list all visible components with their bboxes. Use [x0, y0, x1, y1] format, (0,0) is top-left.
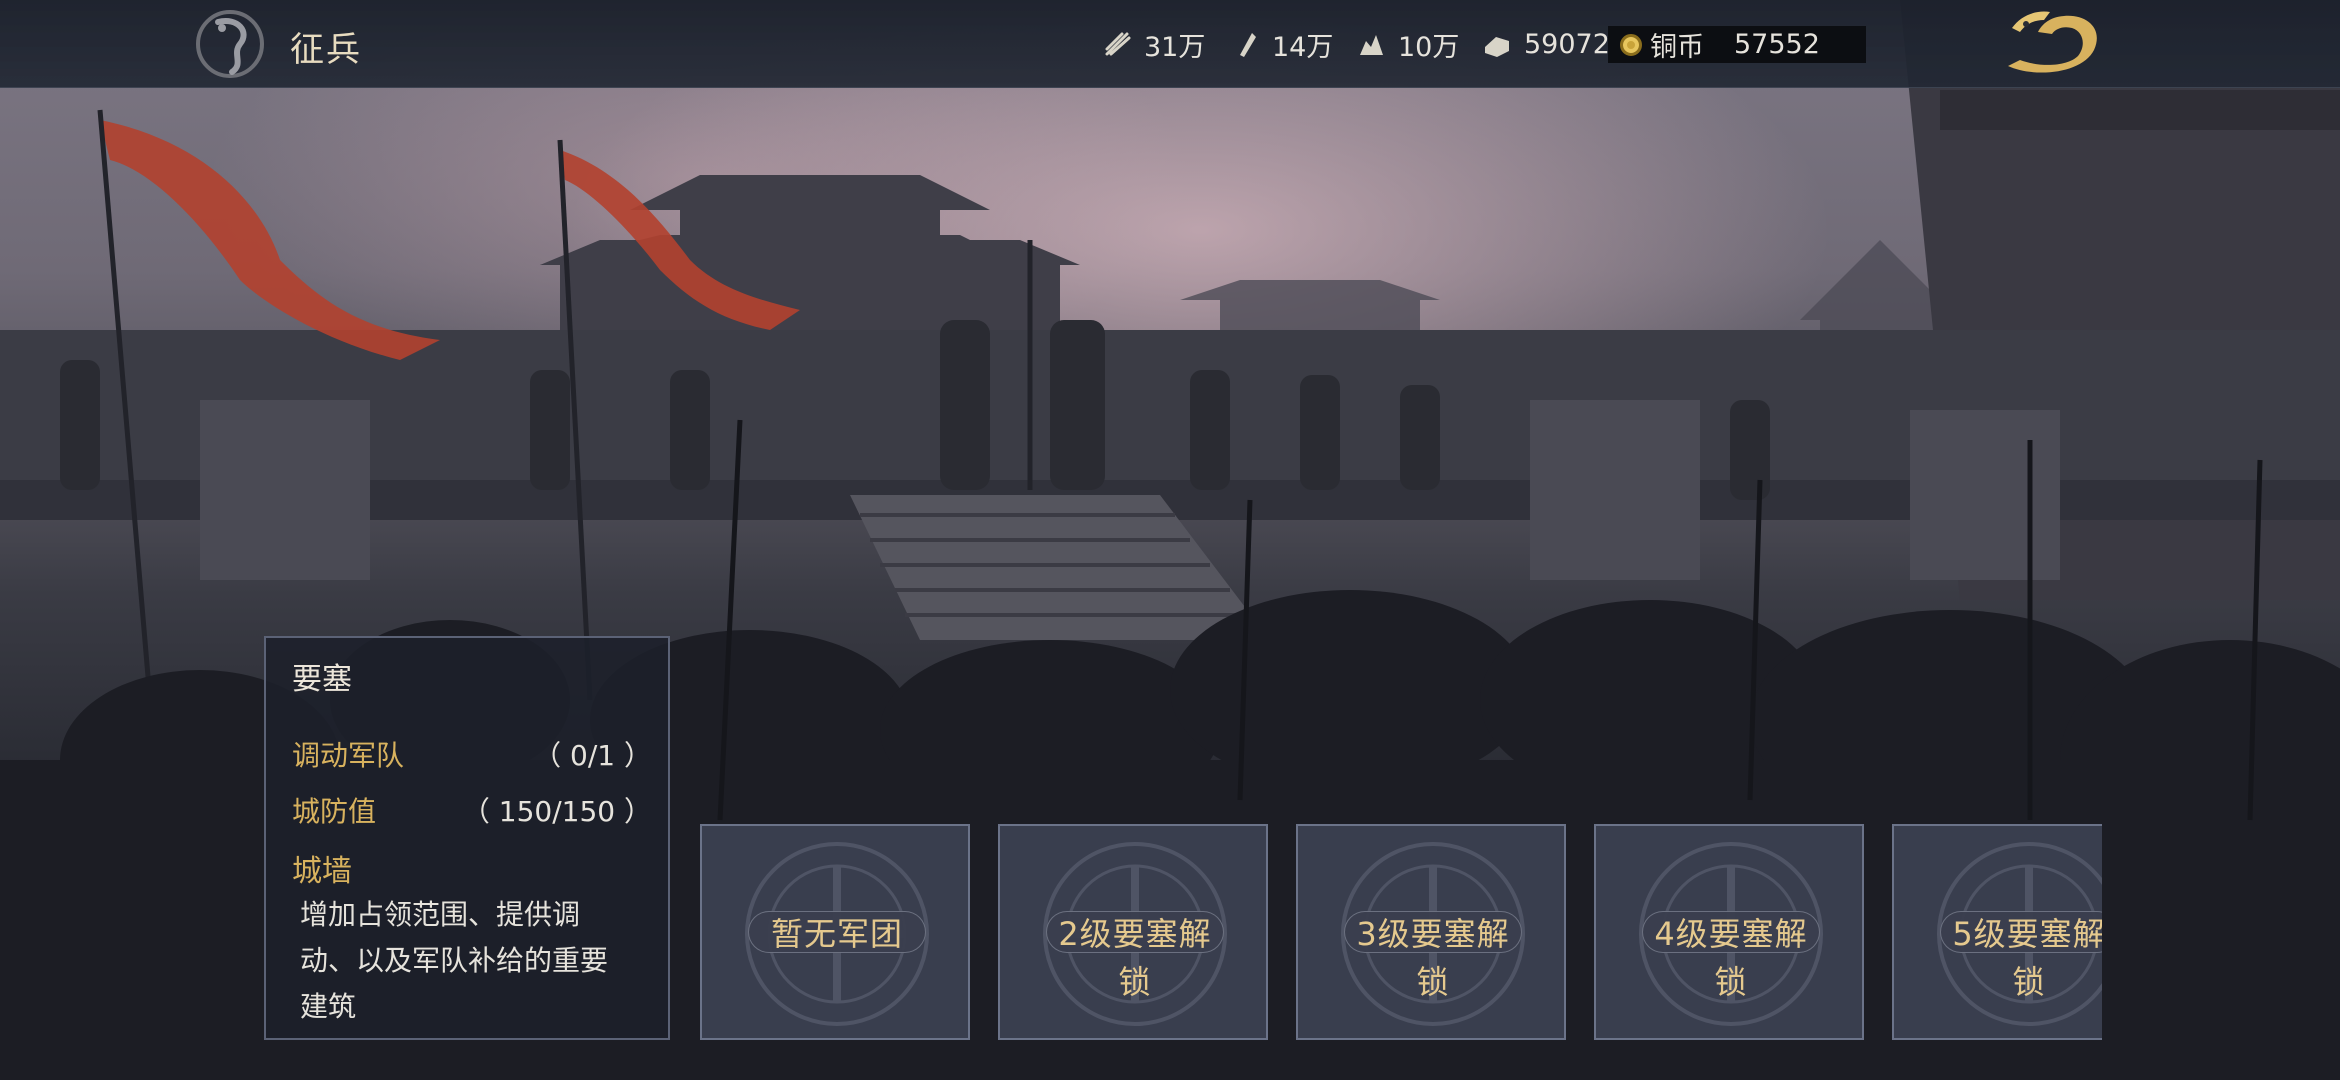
army-slot-list: 暂无军团 2级要塞解锁 3级要塞解锁 4级要塞解锁 5级要塞解锁: [700, 824, 2102, 1042]
copper-coin-label: 铜币: [1650, 32, 1704, 63]
page-title: 征兵: [290, 30, 362, 70]
info-description: 增加占领范围、提供调动、以及军队补给的重要建筑: [300, 898, 609, 1023]
info-panel-title: 要塞: [292, 662, 352, 697]
resource-grain-value: 59072: [1524, 28, 1610, 60]
info-row-defense: 城防值 （ 150/150 ）: [292, 790, 652, 830]
slot-label: 2级要塞解锁: [1058, 915, 1212, 1001]
info-row-key: 城防值: [292, 795, 377, 828]
info-row-dispatch-army: 调动军队 （ 0/1 ）: [292, 734, 652, 774]
slot-label: 4级要塞解锁: [1654, 915, 1808, 1001]
iron-icon: [1240, 33, 1256, 57]
resource-iron-value: 14万: [1272, 31, 1334, 63]
army-slot-2-locked[interactable]: 2级要塞解锁: [998, 824, 1268, 1040]
stone-icon: [1360, 35, 1383, 55]
info-row-value: （ 150/150 ）: [461, 795, 652, 828]
army-slot-5-locked[interactable]: 5级要塞解锁: [1892, 824, 2102, 1040]
top-bar: 征兵 31万 14万 10万 59072 铜币 57552: [0, 0, 2340, 88]
slot-label: 暂无军团: [770, 915, 903, 953]
army-slot-4-locked[interactable]: 4级要塞解锁: [1594, 824, 1864, 1040]
dragon-emblem-icon: [196, 10, 264, 78]
army-slot-1[interactable]: 暂无军团: [700, 824, 970, 1040]
grain-icon: [1485, 37, 1509, 57]
slot-label: 5级要塞解锁: [1952, 915, 2102, 1001]
resource-grain: 59072: [1482, 26, 1610, 62]
wood-icon: [1105, 32, 1131, 56]
copper-coin-icon: [1620, 33, 1642, 56]
slot-label: 3级要塞解锁: [1356, 915, 1510, 1001]
copper-coin-balance: 铜币 57552: [1608, 26, 1866, 63]
resource-wood: 31万: [1102, 26, 1206, 63]
resource-wood-value: 31万: [1144, 31, 1206, 63]
resource-stone-value: 10万: [1398, 31, 1460, 63]
resource-stone: 10万: [1356, 26, 1460, 63]
info-row-value: （ 0/1 ）: [533, 739, 652, 772]
fortress-info-panel: 要塞 调动军队 （ 0/1 ） 城防值 （ 150/150 ） 城墙 增加占领范…: [264, 636, 670, 1040]
info-section-title: 城墙: [292, 854, 352, 889]
copper-coin-value: 57552: [1734, 29, 1820, 60]
resource-iron: 14万: [1230, 26, 1334, 63]
army-slot-3-locked[interactable]: 3级要塞解锁: [1296, 824, 1566, 1040]
info-row-key: 调动军队: [292, 739, 405, 772]
dragon-back-button[interactable]: [1994, 4, 2106, 84]
